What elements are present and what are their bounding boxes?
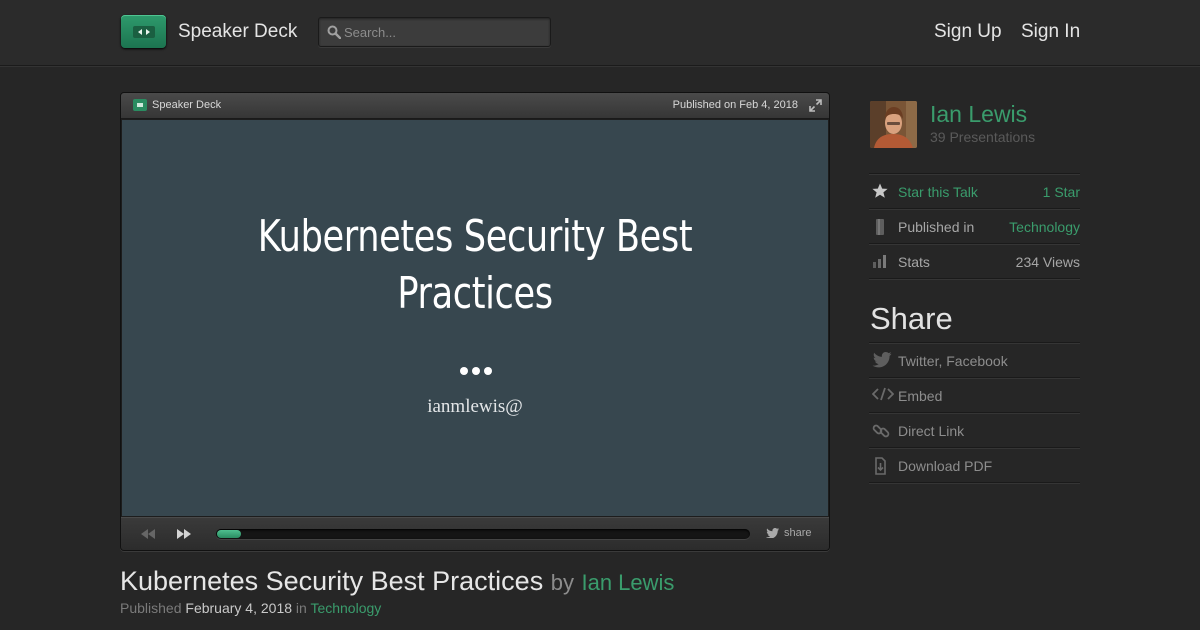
speaker-deck-logo-icon[interactable] [121, 15, 166, 48]
talk-stats-list: Star this Talk 1 Star Published in Techn… [869, 173, 1080, 280]
previous-slide-icon[interactable] [141, 529, 155, 539]
by-label: by [550, 570, 574, 595]
published-in-label: Published in [898, 219, 975, 235]
sign-in-link[interactable]: Sign In [1021, 21, 1080, 43]
share-twitter-facebook-label: Twitter, Facebook [898, 353, 1008, 369]
star-talk-row[interactable]: Star this Talk 1 Star [869, 173, 1080, 208]
share-label: share [784, 527, 812, 539]
share-twitter-facebook[interactable]: Twitter, Facebook [869, 342, 1080, 377]
twitter-icon [872, 352, 892, 368]
player-controls: share [121, 517, 829, 550]
search-input[interactable] [344, 23, 544, 41]
slide-ellipsis-icon [458, 367, 494, 377]
share-direct-link-label: Direct Link [898, 423, 965, 439]
sign-up-link[interactable]: Sign Up [934, 21, 1002, 43]
category-link[interactable]: Technology [310, 600, 381, 616]
talk-author-link[interactable]: Ian Lewis [581, 570, 674, 595]
slide-player: Speaker Deck Published on Feb 4, 2018 Ku… [120, 92, 830, 551]
download-icon [875, 457, 886, 475]
view-count: 234 Views [1015, 254, 1080, 270]
slide-progress-bar[interactable] [216, 529, 750, 539]
speaker-deck-mini-logo-icon [133, 99, 147, 111]
share-direct-link[interactable]: Direct Link [869, 412, 1080, 447]
fullscreen-icon[interactable] [809, 99, 822, 112]
published-date: February 4, 2018 [185, 600, 293, 616]
share-heading: Share [870, 301, 953, 336]
code-icon [872, 387, 894, 401]
talk-title: Kubernetes Security Best Practices [120, 566, 544, 596]
brand-name[interactable]: Speaker Deck [178, 21, 297, 43]
slide-title: Kubernetes Security Best Practices [257, 211, 693, 319]
published-label: Published [120, 600, 182, 616]
talk-meta: Published February 4, 2018 in Technology [120, 600, 381, 616]
player-top-bar: Speaker Deck Published on Feb 4, 2018 [121, 93, 829, 119]
player-share-button[interactable]: share [766, 527, 812, 539]
share-download-pdf[interactable]: Download PDF [869, 447, 1080, 482]
in-label: in [295, 600, 307, 616]
next-slide-icon[interactable] [177, 529, 191, 539]
stats-label: Stats [898, 254, 930, 270]
search-icon [327, 25, 341, 39]
player-published-date: Published on Feb 4, 2018 [672, 99, 798, 111]
avatar[interactable] [870, 101, 917, 148]
top-bar: Speaker Deck Sign Up Sign In [0, 0, 1200, 66]
bookmark-icon [876, 219, 884, 235]
star-count: 1 Star [1042, 184, 1080, 200]
talk-title-line: Kubernetes Security Best Practices by Ia… [120, 566, 674, 597]
share-download-pdf-label: Download PDF [898, 458, 993, 474]
stats-row: Stats 234 Views [869, 243, 1080, 278]
link-icon [872, 424, 890, 438]
published-in-category-link[interactable]: Technology [1009, 219, 1080, 235]
bar-chart-icon [873, 255, 886, 268]
current-slide[interactable]: Kubernetes Security Best Practices ianml… [122, 120, 828, 516]
player-brand[interactable]: Speaker Deck [152, 99, 221, 111]
star-icon [872, 183, 888, 198]
share-embed[interactable]: Embed [869, 377, 1080, 412]
share-embed-label: Embed [898, 388, 943, 404]
search-box[interactable] [318, 17, 551, 47]
sidebar-author-name[interactable]: Ian Lewis [930, 101, 1027, 128]
share-list: Twitter, Facebook Embed Direct Link Down… [869, 342, 1080, 484]
twitter-icon [766, 528, 779, 538]
presentation-count: 39 Presentations [930, 129, 1036, 145]
published-in-row: Published in Technology [869, 208, 1080, 243]
slide-handle: ianmlewis@ [427, 396, 523, 417]
star-talk-label[interactable]: Star this Talk [898, 184, 978, 200]
slide-progress-fill [217, 530, 241, 538]
